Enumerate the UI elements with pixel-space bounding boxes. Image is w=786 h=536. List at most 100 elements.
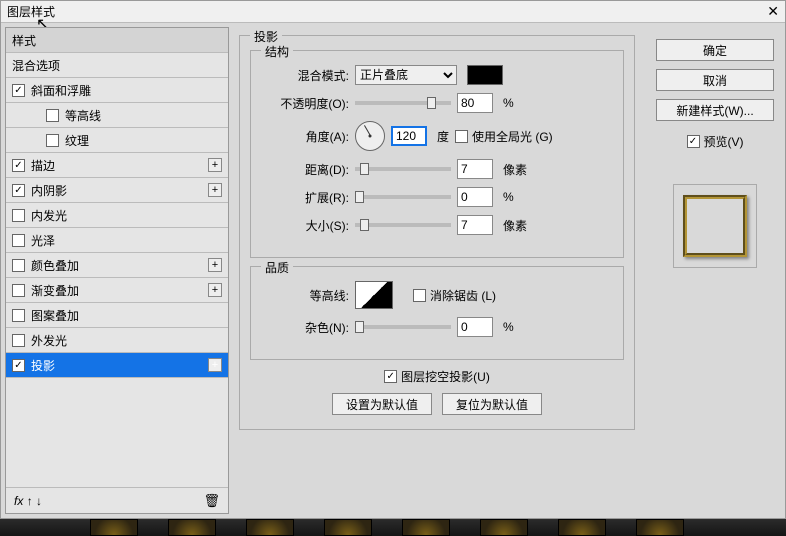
list-item[interactable]: 斜面和浮雕 bbox=[6, 78, 228, 103]
add-effect-icon[interactable]: + bbox=[208, 183, 222, 197]
checkbox-icon[interactable] bbox=[12, 234, 25, 247]
layer-style-dialog: 图层样式 ✕ ↖ 样式 混合选项 斜面和浮雕 等高线 纹理 bbox=[0, 0, 786, 519]
default-buttons: 设置为默认值 复位为默认值 bbox=[250, 393, 624, 415]
taskbar-item[interactable] bbox=[168, 519, 216, 536]
structure-title: 结构 bbox=[261, 43, 293, 60]
list-item-label: 外发光 bbox=[31, 332, 67, 349]
knockout-label: 图层挖空投影(U) bbox=[401, 368, 490, 385]
angle-unit: 度 bbox=[437, 128, 449, 145]
checkbox-icon[interactable] bbox=[12, 184, 25, 197]
reset-default-button[interactable]: 复位为默认值 bbox=[442, 393, 542, 415]
list-item[interactable]: 描边 + bbox=[6, 153, 228, 178]
list-item-label: 斜面和浮雕 bbox=[31, 82, 91, 99]
list-item[interactable]: 等高线 bbox=[6, 103, 228, 128]
size-slider[interactable] bbox=[355, 223, 451, 227]
ok-button[interactable]: 确定 bbox=[656, 39, 774, 61]
angle-input[interactable] bbox=[391, 126, 427, 146]
spread-input[interactable] bbox=[457, 187, 493, 207]
list-item-selected[interactable]: 投影 + bbox=[6, 353, 228, 378]
taskbar-item[interactable] bbox=[246, 519, 294, 536]
spread-slider[interactable] bbox=[355, 195, 451, 199]
list-item[interactable]: 渐变叠加 + bbox=[6, 278, 228, 303]
spread-label: 扩展(R): bbox=[263, 189, 349, 206]
size-row: 大小(S): 像素 bbox=[263, 215, 611, 235]
structure-group: 结构 混合模式: 正片叠底 不透明度(O): % 角度(A): bbox=[250, 50, 624, 258]
quality-title: 品质 bbox=[261, 259, 293, 276]
blending-options[interactable]: 混合选项 bbox=[6, 53, 228, 78]
preview-checkbox[interactable]: ✓预览(V) bbox=[687, 133, 744, 150]
list-item[interactable]: 外发光 bbox=[6, 328, 228, 353]
checkbox-icon[interactable] bbox=[12, 259, 25, 272]
taskbar-item[interactable] bbox=[90, 519, 138, 536]
blend-mode-select[interactable]: 正片叠底 bbox=[355, 65, 457, 85]
add-effect-icon[interactable]: + bbox=[208, 258, 222, 272]
spread-unit: % bbox=[503, 190, 514, 204]
knockout-checkbox[interactable]: 图层挖空投影(U) bbox=[384, 368, 490, 385]
list-item-label: 投影 bbox=[31, 357, 55, 374]
opacity-input[interactable] bbox=[457, 93, 493, 113]
dialog-content: 样式 混合选项 斜面和浮雕 等高线 纹理 描边 + bbox=[1, 23, 785, 518]
taskbar-item[interactable] bbox=[636, 519, 684, 536]
list-item[interactable]: 内阴影 + bbox=[6, 178, 228, 203]
global-light-checkbox[interactable]: 使用全局光 (G) bbox=[455, 128, 553, 145]
trash-icon[interactable]: 🗑 bbox=[203, 493, 220, 509]
list-item[interactable]: 内发光 bbox=[6, 203, 228, 228]
list-item[interactable]: 纹理 bbox=[6, 128, 228, 153]
list-item-label: 内阴影 bbox=[31, 182, 67, 199]
distance-input[interactable] bbox=[457, 159, 493, 179]
taskbar-item[interactable] bbox=[324, 519, 372, 536]
checkbox-icon[interactable] bbox=[12, 334, 25, 347]
contour-picker[interactable] bbox=[355, 281, 393, 309]
dialog-title: 图层样式 bbox=[7, 3, 55, 20]
global-light-label: 使用全局光 (G) bbox=[472, 128, 553, 145]
preview-label: 预览(V) bbox=[704, 133, 744, 150]
contour-row: 等高线: 消除锯齿 (L) bbox=[263, 281, 611, 309]
list-item-label: 描边 bbox=[31, 157, 55, 174]
checkbox-icon[interactable] bbox=[12, 359, 25, 372]
taskbar-item[interactable] bbox=[480, 519, 528, 536]
shadow-group: 投影 结构 混合模式: 正片叠底 不透明度(O): % bbox=[239, 35, 635, 430]
angle-row: 角度(A): 度 使用全局光 (G) bbox=[263, 121, 611, 151]
angle-dial[interactable] bbox=[355, 121, 385, 151]
blend-mode-row: 混合模式: 正片叠底 bbox=[263, 65, 611, 85]
new-style-button[interactable]: 新建样式(W)... bbox=[656, 99, 774, 121]
list-item[interactable]: 光泽 bbox=[6, 228, 228, 253]
close-icon[interactable]: ✕ bbox=[767, 3, 779, 20]
taskbar-item[interactable] bbox=[558, 519, 606, 536]
checkbox-icon[interactable] bbox=[46, 134, 59, 147]
add-effect-icon[interactable]: + bbox=[208, 283, 222, 297]
list-item[interactable]: 图案叠加 bbox=[6, 303, 228, 328]
noise-input[interactable] bbox=[457, 317, 493, 337]
size-unit: 像素 bbox=[503, 217, 527, 234]
checkbox-icon[interactable] bbox=[12, 84, 25, 97]
fx-label[interactable]: fx bbox=[14, 494, 23, 508]
distance-slider[interactable] bbox=[355, 167, 451, 171]
noise-unit: % bbox=[503, 320, 514, 334]
cancel-button[interactable]: 取消 bbox=[656, 69, 774, 91]
size-input[interactable] bbox=[457, 215, 493, 235]
arrow-down-icon[interactable]: ↓ bbox=[36, 494, 42, 508]
arrow-up-icon[interactable]: ↑ bbox=[27, 494, 33, 508]
checkbox-icon[interactable] bbox=[46, 109, 59, 122]
checkbox-icon[interactable] bbox=[12, 159, 25, 172]
list-item[interactable]: 颜色叠加 + bbox=[6, 253, 228, 278]
knockout-row: 图层挖空投影(U) bbox=[250, 368, 624, 385]
contour-label: 等高线: bbox=[263, 287, 349, 304]
add-effect-icon[interactable]: + bbox=[208, 358, 222, 372]
opacity-slider[interactable] bbox=[355, 101, 451, 105]
spread-row: 扩展(R): % bbox=[263, 187, 611, 207]
checkbox-icon[interactable] bbox=[12, 284, 25, 297]
add-effect-icon[interactable]: + bbox=[208, 158, 222, 172]
distance-label: 距离(D): bbox=[263, 161, 349, 178]
distance-row: 距离(D): 像素 bbox=[263, 159, 611, 179]
noise-slider[interactable] bbox=[355, 325, 451, 329]
styles-header[interactable]: 样式 bbox=[6, 28, 228, 53]
noise-label: 杂色(N): bbox=[263, 319, 349, 336]
anti-alias-checkbox[interactable]: 消除锯齿 (L) bbox=[413, 287, 496, 304]
checkbox-icon[interactable] bbox=[12, 209, 25, 222]
set-default-button[interactable]: 设置为默认值 bbox=[332, 393, 432, 415]
shadow-color-swatch[interactable] bbox=[467, 65, 503, 85]
list-item-label: 颜色叠加 bbox=[31, 257, 79, 274]
taskbar-item[interactable] bbox=[402, 519, 450, 536]
checkbox-icon[interactable] bbox=[12, 309, 25, 322]
